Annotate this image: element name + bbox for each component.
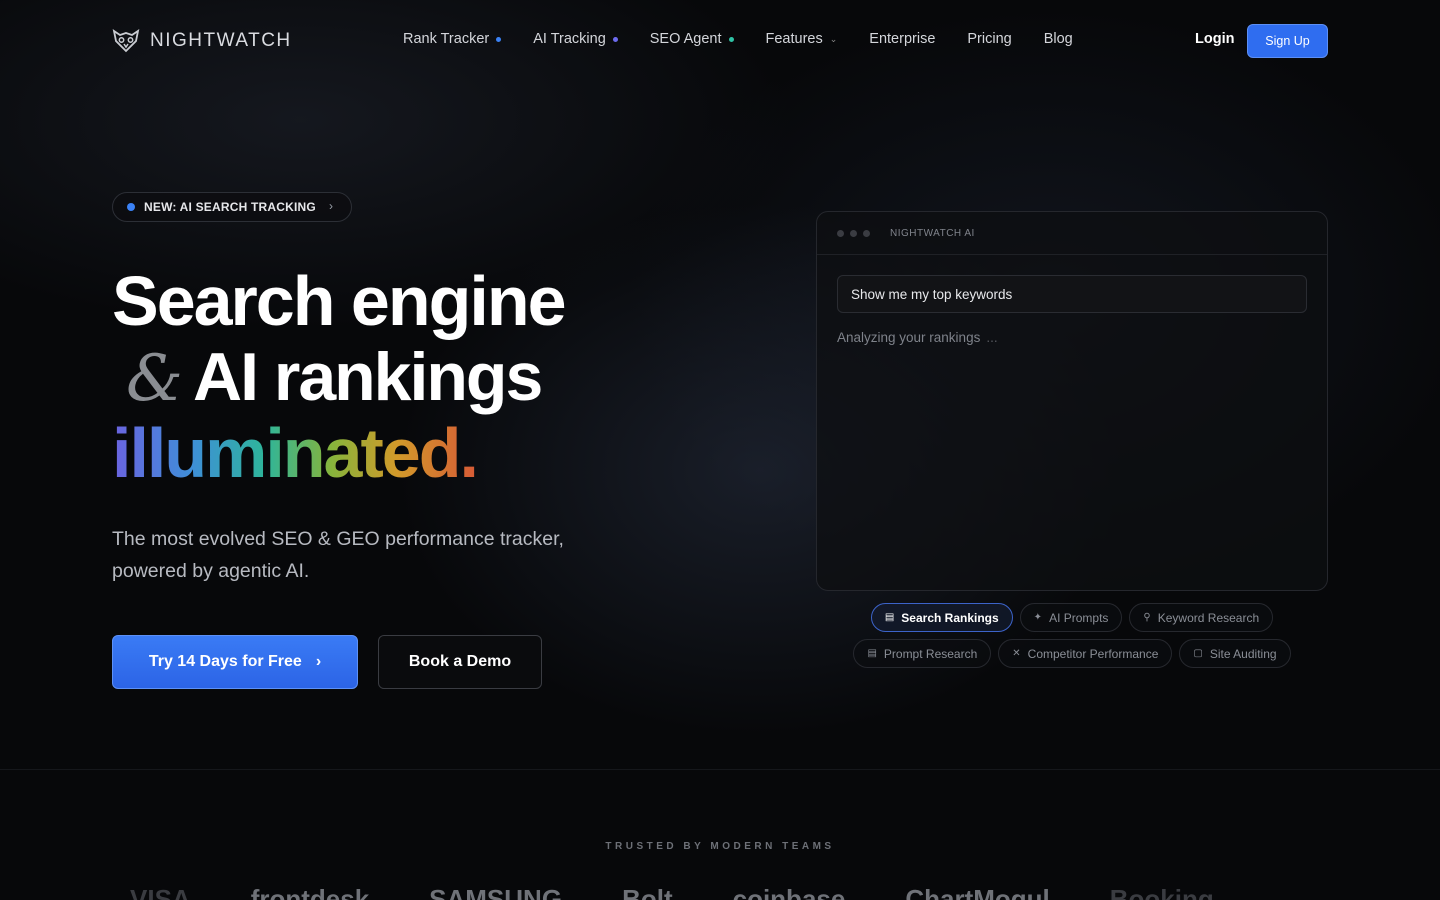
brand-logo: SAMSUNG — [429, 884, 563, 900]
badge-dot-icon — [127, 203, 135, 211]
nav-seo-agent[interactable]: SEO Agent — [650, 31, 734, 47]
top-nav: NIGHTWATCH Rank Tracker AI Tracking SEO … — [0, 0, 1440, 82]
new-dot-icon — [612, 36, 618, 42]
panel-title: NIGHTWATCH AI — [890, 227, 975, 239]
brand-logo: coinbase — [732, 884, 846, 900]
headline-line-2-text: AI rankings — [192, 339, 543, 415]
nav-links: Rank Tracker AI Tracking SEO Agent Featu… — [403, 31, 1105, 47]
nav-ai-tracking[interactable]: AI Tracking — [533, 31, 618, 47]
ai-icon: ✦ — [1033, 612, 1043, 623]
new-dot-icon — [728, 36, 734, 42]
ai-chat-panel: NIGHTWATCH AI Show me my top keywords An… — [816, 211, 1328, 591]
chip-label: AI Prompts — [1049, 610, 1109, 625]
chip-label: Competitor Performance — [1027, 646, 1159, 661]
brand-logo: Booking — [1109, 884, 1214, 900]
free-trial-button[interactable]: Try 14 Days for Free › — [112, 635, 358, 689]
nav-rank-tracker-label: Rank Tracker — [403, 31, 490, 47]
hero-subtitle: The most evolved SEO & GEO performance t… — [112, 528, 564, 582]
free-trial-label: Try 14 Days for Free — [148, 653, 302, 670]
nav-enterprise[interactable]: Enterprise — [869, 31, 935, 47]
chevron-right-icon: › — [315, 653, 322, 670]
headline-line-3: illuminated. — [112, 414, 479, 492]
window-dot-icon — [837, 229, 844, 237]
brand-logo: VISA — [130, 884, 191, 900]
chip-prompt-research[interactable]: ▤ Prompt Research — [853, 639, 992, 668]
nav-pricing[interactable]: Pricing — [967, 31, 1011, 47]
chip-label: Site Auditing — [1209, 646, 1277, 661]
nav-enterprise-label: Enterprise — [869, 31, 936, 47]
chip-site-auditing[interactable]: ▢ Site Auditing — [1179, 639, 1291, 668]
new-dot-icon — [496, 36, 502, 42]
brand-logo: frontdesk — [250, 884, 370, 900]
panel-titlebar: NIGHTWATCH AI — [817, 212, 1327, 255]
nav-blog-label: Blog — [1043, 31, 1073, 47]
message-icon: ▤ — [867, 648, 877, 659]
nav-rank-tracker[interactable]: Rank Tracker — [403, 31, 502, 47]
window-dot-icon — [863, 229, 870, 237]
announcement-badge[interactable]: NEW: AI SEARCH TRACKING › — [112, 192, 352, 222]
chip-row-2: ▤ Prompt Research ✕ Competitor Performan… — [816, 639, 1328, 668]
chip-label: Search Rankings — [901, 610, 999, 625]
headline-line-1: Search engine — [112, 262, 567, 340]
nav-seo-agent-label: SEO Agent — [649, 31, 722, 47]
owl-logo-icon — [112, 29, 140, 53]
landing-page: NIGHTWATCH Rank Tracker AI Tracking SEO … — [0, 0, 1440, 900]
ai-status-ellipsis: ... — [986, 330, 998, 345]
window-dot-icon — [850, 229, 857, 237]
nav-features-label: Features — [765, 31, 823, 47]
logo[interactable]: NIGHTWATCH — [112, 29, 292, 53]
ai-feature-chips: ▤ Search Rankings ✦ AI Prompts ⚲ Keyword… — [816, 603, 1328, 675]
ai-status-text: Analyzing your rankings — [837, 330, 981, 345]
nav-blog[interactable]: Blog — [1044, 31, 1073, 47]
swords-icon: ✕ — [1012, 648, 1021, 659]
headline-line-2: & AI rankings — [112, 339, 543, 416]
brand-logo: ChartMogul — [905, 884, 1050, 900]
login-link[interactable]: Login — [1195, 31, 1234, 47]
ai-status: Analyzing your rankings... — [837, 330, 998, 345]
chip-keyword-research[interactable]: ⚲ Keyword Research — [1129, 603, 1274, 632]
bar-chart-icon: ▤ — [884, 612, 895, 623]
chip-label: Keyword Research — [1157, 610, 1260, 625]
brand-logo: Bolt — [622, 884, 673, 900]
trusted-label: TRUSTED BY MODERN TEAMS — [605, 841, 835, 852]
nav-ai-tracking-label: AI Tracking — [533, 31, 606, 47]
chevron-right-icon: › — [329, 199, 333, 213]
section-divider — [0, 769, 1440, 770]
chip-competitor-performance[interactable]: ✕ Competitor Performance — [998, 639, 1173, 668]
nav-pricing-label: Pricing — [967, 31, 1012, 47]
logo-text: NIGHTWATCH — [150, 30, 292, 51]
ai-prompt-input[interactable]: Show me my top keywords — [837, 275, 1307, 313]
book-demo-button[interactable]: Book a Demo — [378, 635, 542, 689]
chip-row-1: ▤ Search Rankings ✦ AI Prompts ⚲ Keyword… — [816, 603, 1328, 632]
brand-logos: VISA frontdesk SAMSUNG Bolt coinbase Cha… — [130, 884, 1214, 900]
chip-ai-prompts[interactable]: ✦ AI Prompts — [1019, 603, 1123, 632]
headline-ampersand: & — [126, 342, 183, 416]
signup-button[interactable]: Sign Up — [1247, 24, 1328, 58]
chip-search-rankings[interactable]: ▤ Search Rankings — [870, 603, 1013, 632]
chevron-down-icon: ⌄ — [829, 33, 838, 44]
nav-features[interactable]: Features ⌄ — [766, 31, 838, 47]
badge-label: NEW: AI SEARCH TRACKING — [144, 200, 316, 214]
search-icon: ⚲ — [1143, 612, 1151, 623]
chip-label: Prompt Research — [883, 646, 978, 661]
clipboard-icon: ▢ — [1193, 648, 1203, 659]
